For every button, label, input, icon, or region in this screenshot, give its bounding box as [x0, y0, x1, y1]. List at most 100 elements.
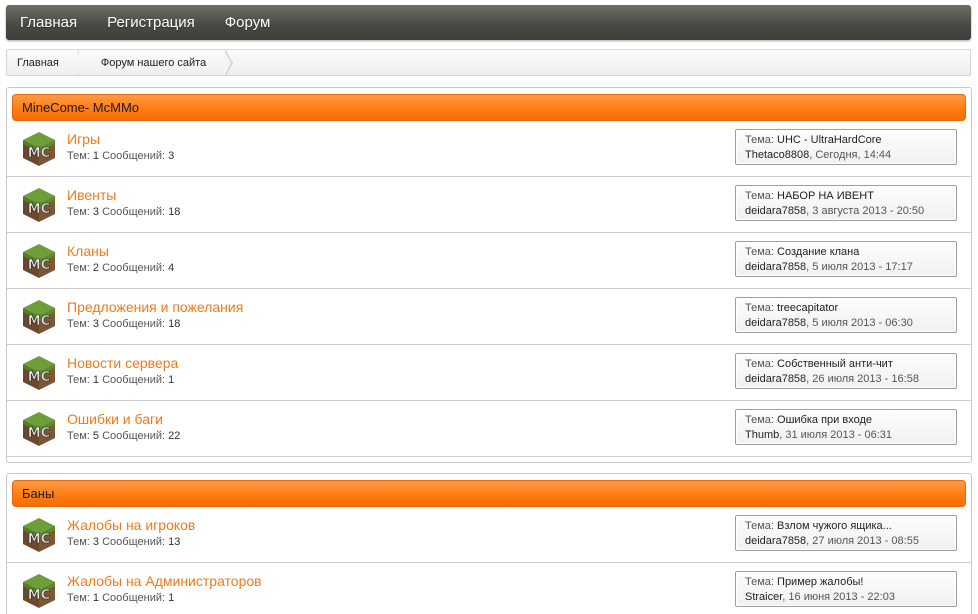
last-post-topic-link[interactable]: НАБОР НА ИВЕНТ [777, 190, 874, 202]
last-post-label: Тема: [745, 414, 774, 426]
forum-title-link[interactable]: Кланы [67, 243, 109, 259]
forum-title-link[interactable]: Ивенты [67, 187, 116, 203]
forum-title-link[interactable]: Ошибки и баги [67, 411, 163, 427]
last-post-date: , 5 июля 2013 - 17:17 [806, 261, 913, 273]
last-post-label: Тема: [745, 190, 774, 202]
posts-count: 4 [168, 262, 175, 274]
forum-stats: Тем: 3 Сообщений: 13 [67, 536, 180, 548]
posts-label: Сообщений: [102, 536, 166, 548]
topics-count: 3 [92, 536, 100, 548]
forum-row: MC Игры Тем: 1 Сообщений: 3 Тема: UHC - … [7, 121, 971, 177]
topics-label: Тем: [67, 206, 90, 218]
forum-title-link[interactable]: Предложения и пожелания [67, 299, 243, 315]
forum-list: MC Игры Тем: 1 Сообщений: 3 Тема: UHC - … [7, 121, 971, 457]
last-post-author-link[interactable]: deidara7858 [745, 373, 806, 385]
topics-label: Тем: [67, 318, 90, 330]
last-post-author-link[interactable]: deidara7858 [745, 317, 806, 329]
last-post-label: Тема: [745, 576, 774, 588]
last-post-label: Тема: [745, 520, 774, 532]
posts-count: 22 [168, 430, 181, 442]
last-post-author-link[interactable]: deidara7858 [745, 261, 806, 273]
last-post-box: Тема: treecapitator deidara7858, 5 июля … [735, 297, 957, 333]
minecraft-block-icon: MC [23, 188, 55, 222]
topics-label: Тем: [67, 150, 90, 162]
svg-text:MC: MC [28, 146, 50, 161]
forum-row: MC Новости сервера Тем: 1 Сообщений: 1 Т… [7, 345, 971, 401]
svg-text:MC: MC [28, 532, 50, 547]
minecraft-block-icon: MC [23, 356, 55, 390]
last-post-author-link[interactable]: deidara7858 [745, 535, 806, 547]
last-post-topic-link[interactable]: Пример жалобы! [777, 576, 863, 588]
minecraft-block-icon: MC [23, 518, 55, 552]
svg-text:MC: MC [28, 588, 50, 603]
nav-forum-link[interactable]: Форум [225, 14, 271, 31]
last-post-date: , Сегодня, 14:44 [809, 149, 892, 161]
last-post-date: , 16 июня 2013 - 22:03 [782, 591, 895, 603]
posts-count: 18 [168, 206, 181, 218]
topics-count: 2 [92, 262, 100, 274]
topics-label: Тем: [67, 262, 90, 274]
forum-stats: Тем: 5 Сообщений: 22 [67, 430, 180, 442]
forum-row: MC Кланы Тем: 2 Сообщений: 4 Тема: Созда… [7, 233, 971, 289]
topics-label: Тем: [67, 536, 90, 548]
last-post-topic-link[interactable]: Ошибка при входе [777, 414, 872, 426]
posts-count: 1 [168, 374, 175, 386]
forum-list: MC Жалобы на игроков Тем: 3 Сообщений: 1… [7, 507, 971, 614]
breadcrumb-home[interactable]: Главная [7, 50, 86, 75]
posts-label: Сообщений: [102, 318, 166, 330]
forum-row: MC Ошибки и баги Тем: 5 Сообщений: 22 Те… [7, 401, 971, 457]
nav-home-link[interactable]: Главная [20, 14, 77, 31]
forum-category: MineCome- McMMo MC Игры Тем: 1 Сообщений… [6, 87, 972, 463]
svg-text:MC: MC [28, 314, 50, 329]
last-post-date: , 3 августа 2013 - 20:50 [806, 205, 925, 217]
forum-title-link[interactable]: Жалобы на Администраторов [67, 573, 262, 589]
last-post-label: Тема: [745, 134, 774, 146]
top-navigation: Главная Регистрация Форум [6, 5, 971, 40]
svg-text:MC: MC [28, 258, 50, 273]
forum-title-link[interactable]: Игры [67, 131, 100, 147]
posts-count: 13 [168, 536, 181, 548]
topics-count: 1 [92, 150, 100, 162]
forum-row: MC Ивенты Тем: 3 Сообщений: 18 Тема: НАБ… [7, 177, 971, 233]
posts-count: 18 [168, 318, 181, 330]
forum-stats: Тем: 1 Сообщений: 1 [67, 592, 174, 604]
forum-row: MC Предложения и пожелания Тем: 3 Сообще… [7, 289, 971, 345]
last-post-box: Тема: Собственный анти-чит deidara7858, … [735, 353, 957, 389]
last-post-label: Тема: [745, 358, 774, 370]
last-post-author-link[interactable]: deidara7858 [745, 205, 806, 217]
posts-count: 3 [168, 150, 175, 162]
last-post-topic-link[interactable]: Создание клана [777, 246, 859, 258]
topics-label: Тем: [67, 430, 90, 442]
last-post-topic-link[interactable]: Взлом чужого ящика... [777, 520, 892, 532]
last-post-date: , 31 июля 2013 - 06:31 [779, 429, 893, 441]
forum-title-link[interactable]: Жалобы на игроков [67, 517, 195, 533]
category-header[interactable]: MineCome- McMMo [12, 94, 966, 121]
topics-count: 1 [92, 374, 100, 386]
posts-label: Сообщений: [102, 150, 166, 162]
last-post-author-link[interactable]: Thetaco8808 [745, 149, 809, 161]
last-post-topic-link[interactable]: treecapitator [777, 302, 838, 314]
last-post-box: Тема: Ошибка при входе Thumb, 31 июля 20… [735, 409, 957, 445]
category-title: Баны [22, 486, 55, 501]
forum-stats: Тем: 1 Сообщений: 3 [67, 150, 174, 162]
forum-stats: Тем: 1 Сообщений: 1 [67, 374, 174, 386]
last-post-author-link[interactable]: Straicer [745, 591, 782, 603]
breadcrumb-forum[interactable]: Форум нашего сайта [78, 50, 234, 75]
breadcrumb-home-label: Главная [17, 56, 59, 69]
svg-text:MC: MC [28, 202, 50, 217]
last-post-author-link[interactable]: Thumb [745, 429, 779, 441]
minecraft-block-icon: MC [23, 244, 55, 278]
last-post-topic-link[interactable]: Собственный анти-чит [777, 358, 893, 370]
posts-label: Сообщений: [102, 430, 166, 442]
posts-count: 1 [168, 592, 175, 604]
minecraft-block-icon: MC [23, 132, 55, 166]
last-post-box: Тема: Пример жалобы! Straicer, 16 июня 2… [735, 571, 957, 607]
last-post-date: , 5 июля 2013 - 06:30 [806, 317, 913, 329]
forum-title-link[interactable]: Новости сервера [67, 355, 178, 371]
last-post-label: Тема: [745, 246, 774, 258]
breadcrumb-forum-label: Форум нашего сайта [100, 56, 207, 69]
minecraft-block-icon: MC [23, 300, 55, 334]
last-post-topic-link[interactable]: UHC - UltraHardCore [777, 134, 882, 146]
nav-register-link[interactable]: Регистрация [107, 14, 195, 31]
category-header[interactable]: Баны [12, 480, 966, 507]
